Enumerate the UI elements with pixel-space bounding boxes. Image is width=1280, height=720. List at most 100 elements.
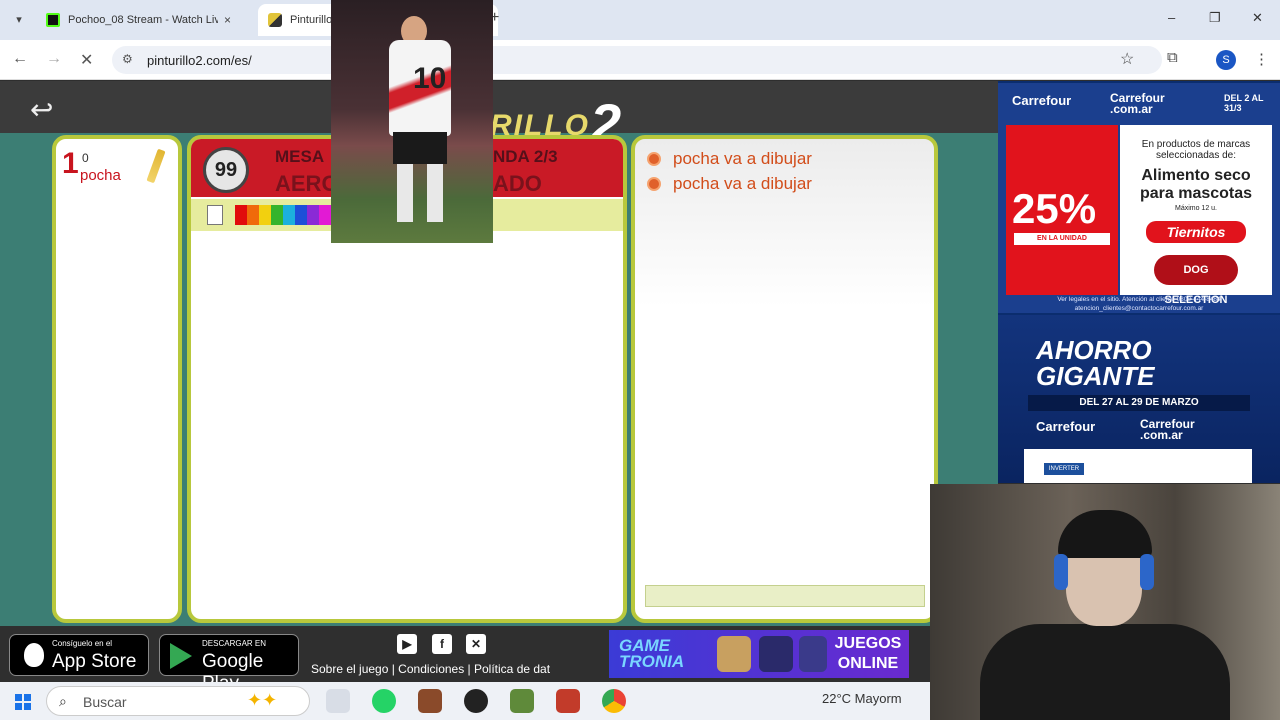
game-thumb-icon xyxy=(759,636,793,672)
game-page: ↩ RILLO2 1 0 pocha 99 MESA AERO NDA 2/3 … xyxy=(0,81,998,626)
x-twitter-icon[interactable]: ✕ xyxy=(466,634,486,654)
streamer-webcam xyxy=(930,484,1280,720)
omnibox[interactable]: ⚙ pinturillo2.com/es/ xyxy=(112,46,1162,74)
youtube-icon[interactable]: ▶ xyxy=(397,634,417,654)
ad-product-image: INVERTER xyxy=(1024,449,1252,483)
shirt-number: 10 xyxy=(413,62,447,95)
ad-dates: DEL 27 AL 29 DE MARZO xyxy=(1028,395,1250,411)
browser-tab-bar: ▾ Pochoo_08 Stream - Watch Live × Pintur… xyxy=(0,0,1280,40)
ad-brand: Carrefour xyxy=(1012,93,1072,108)
footer-links[interactable]: Sobre el juego | Condiciones | Política … xyxy=(311,662,550,676)
app-icon[interactable] xyxy=(556,689,580,713)
chat-panel: pocha va a dibujar pocha va a dibujar xyxy=(631,135,938,623)
info-dot-icon xyxy=(647,152,661,166)
facebook-icon[interactable]: f xyxy=(432,634,452,654)
drawing-pencil-icon xyxy=(146,148,166,184)
ad-brand-sub: Carrefour .com.ar xyxy=(1110,91,1165,116)
round-timer: 99 xyxy=(203,147,249,193)
ad-product-box: En productos de marcas seleccionadas de:… xyxy=(1120,125,1272,306)
windows-start-icon[interactable] xyxy=(15,694,31,710)
color-swatch[interactable] xyxy=(319,205,331,225)
site-info-icon[interactable]: ⚙ xyxy=(122,52,133,66)
color-swatch[interactable] xyxy=(259,205,271,225)
tab-kick-stream[interactable]: Pochoo_08 Stream - Watch Live × xyxy=(36,4,254,36)
forward-arrow-icon[interactable]: → xyxy=(46,50,62,68)
tab-search-icon[interactable]: ▾ xyxy=(8,9,30,31)
ad-en-productos: En productos de marcas seleccionadas de: xyxy=(1141,139,1251,161)
appstore-big-text: App Store xyxy=(52,651,137,672)
google-play-icon xyxy=(170,643,192,669)
google-play-button[interactable]: DESCARGAR EN Google Play xyxy=(159,634,299,694)
maximize-button[interactable]: ❐ xyxy=(1209,10,1221,26)
game-back-icon[interactable]: ↩ xyxy=(30,93,53,126)
color-swatch[interactable] xyxy=(247,205,259,225)
chat-message: pocha va a dibujar xyxy=(647,174,812,194)
player-legs xyxy=(397,164,443,222)
gametronia-banner[interactable]: GAME TRONIA JUEGOS ONLINE xyxy=(609,630,909,678)
ad-brand: Carrefour xyxy=(1036,419,1096,434)
ad-legal: Ver legales en el sitio. Atención al cli… xyxy=(1057,296,1221,312)
color-swatch[interactable] xyxy=(283,205,295,225)
headphones-icon xyxy=(1140,554,1154,590)
round-label: NDA 2/3 xyxy=(493,147,558,166)
player-shorts xyxy=(393,132,447,164)
close-window-button[interactable]: ✕ xyxy=(1252,10,1263,26)
minecraft-icon[interactable] xyxy=(510,689,534,713)
player-shirt: 10 xyxy=(389,40,451,136)
clear-canvas-icon[interactable] xyxy=(207,205,223,225)
info-dot-icon xyxy=(647,177,661,191)
game-thumb-icon xyxy=(799,636,827,672)
bookmark-star-icon[interactable]: ☆ xyxy=(1120,49,1134,69)
extensions-icon[interactable]: ⧉ xyxy=(1167,49,1178,66)
ad-maximo: Máximo 12 u. xyxy=(1174,205,1218,212)
game-thumb-icon xyxy=(717,636,751,672)
table-label: MESA xyxy=(275,147,325,166)
ad-dogselection-logo: DOG SELECTION xyxy=(1154,255,1238,306)
search-placeholder: Buscar xyxy=(83,694,127,710)
tab-title: Pochoo_08 Stream - Watch Live xyxy=(68,14,218,26)
search-icon: ⌕ xyxy=(59,693,67,709)
pinturillo-favicon-icon xyxy=(268,13,282,27)
weather-widget[interactable]: 22°C Mayorm xyxy=(822,691,902,706)
app-icon[interactable] xyxy=(464,689,488,713)
stop-loading-icon[interactable]: ✕ xyxy=(80,50,93,70)
ad-unidad: EN LA UNIDAD xyxy=(1014,233,1110,245)
ad-discount: 25% xyxy=(1012,185,1097,232)
back-arrow-icon[interactable]: ← xyxy=(12,50,28,68)
color-swatch[interactable] xyxy=(235,205,247,225)
whatsapp-icon[interactable] xyxy=(372,689,396,713)
taskbar-search[interactable]: ⌕ Buscar ✦✦ xyxy=(46,686,310,716)
profile-avatar[interactable]: S xyxy=(1216,50,1236,70)
drawing-canvas[interactable] xyxy=(191,231,623,619)
game-header: ↩ RILLO2 xyxy=(0,81,998,155)
carrefour-ad[interactable]: Carrefour Carrefour .com.ar DEL 2 AL 31/… xyxy=(998,81,1280,483)
ad-days: DEL 2 AL 31/3 xyxy=(1224,93,1264,113)
chat-input[interactable] xyxy=(645,585,925,607)
chrome-icon[interactable] xyxy=(602,689,626,713)
app-icon[interactable] xyxy=(418,689,442,713)
browser-menu-icon[interactable]: ⋮ xyxy=(1254,50,1269,68)
ad-tiernitos-logo: Tiernitos xyxy=(1146,221,1246,243)
chat-message-text: pocha va a dibujar xyxy=(673,149,812,168)
ad-brand-sub: Carrefour .com.ar xyxy=(1140,417,1195,442)
color-swatch[interactable] xyxy=(271,205,283,225)
address-bar-row: ← → ✕ ⚙ pinturillo2.com/es/ ☆ ⧉ xyxy=(0,40,1280,80)
app-store-button[interactable]: Consíguelo en el App Store xyxy=(9,634,149,676)
color-swatch[interactable] xyxy=(307,205,319,225)
player-score: 0 xyxy=(82,151,89,165)
tab-close-icon[interactable]: × xyxy=(224,13,231,27)
ad-discount-box: 25% EN LA UNIDAD xyxy=(1006,125,1118,295)
chat-message-text: pocha va a dibujar xyxy=(673,174,812,193)
juegos-online-text: JUEGOS ONLINE xyxy=(834,635,902,672)
screen: ▾ Pochoo_08 Stream - Watch Live × Pintur… xyxy=(0,0,1280,720)
headphones-icon xyxy=(1054,554,1068,590)
game-footer: Consíguelo en el App Store DESCARGAR EN … xyxy=(0,626,930,694)
players-panel: 1 0 pocha xyxy=(52,135,182,623)
task-view-icon[interactable] xyxy=(326,689,350,713)
minimize-button[interactable]: – xyxy=(1168,10,1175,25)
apple-icon xyxy=(24,643,44,667)
ad-ahorro: AHORRO GIGANTE xyxy=(1036,335,1155,391)
color-swatch[interactable] xyxy=(295,205,307,225)
gplay-small-text: DESCARGAR EN xyxy=(202,639,267,648)
url-text[interactable]: pinturillo2.com/es/ xyxy=(147,53,252,68)
